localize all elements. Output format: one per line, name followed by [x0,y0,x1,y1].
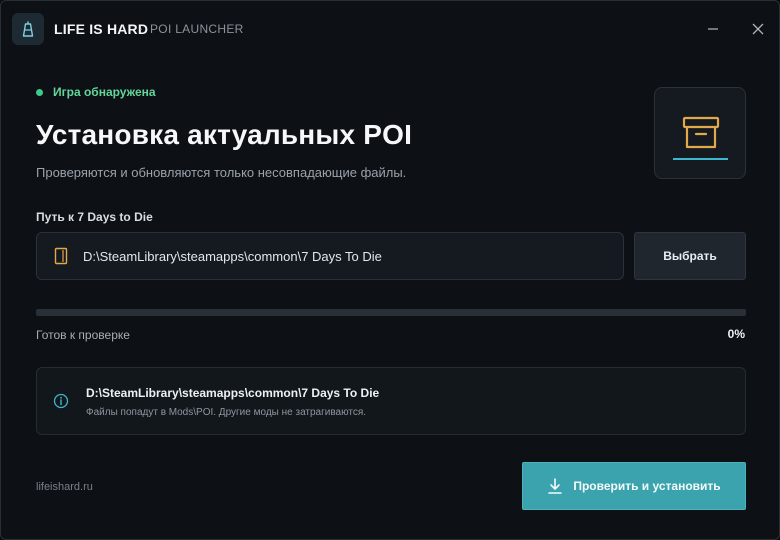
app-title: LIFE IS HARD [54,21,149,37]
hero-accent-line [673,158,728,160]
archive-box-icon [682,116,720,149]
close-icon [752,23,764,35]
info-subtitle: Файлы попадут в Mods\POI. Другие моды не… [86,407,367,418]
download-icon [547,477,563,495]
browse-button[interactable]: Выбрать [634,232,746,280]
install-button[interactable]: Проверить и установить [522,462,746,510]
install-info-box: D:\SteamLibrary\steamapps\common\7 Days … [36,367,746,435]
title-separator: · [139,21,144,36]
status-text: Игра обнаружена [53,85,156,99]
launcher-window: LIFE IS HARD · POI LAUNCHER Игра обнаруж… [0,0,780,540]
install-button-label: Проверить и установить [573,479,721,493]
page-title: Установка актуальных POI [36,119,413,150]
folder-icon [53,247,69,265]
minimize-icon [708,28,718,30]
close-button[interactable] [746,17,770,41]
game-status: Игра обнаружена [36,85,156,99]
path-label: Путь к 7 Days to Die [36,210,153,224]
app-subtitle: POI LAUNCHER [150,22,244,36]
page-description: Проверяются и обновляются только несовпа… [36,165,407,180]
tower-icon [12,13,44,45]
game-path-field[interactable]: D:\SteamLibrary\steamapps\common\7 Days … [36,232,624,280]
hero-tile [654,87,746,179]
info-icon [53,393,69,409]
status-dot [36,88,43,96]
progress-percent: 0% [727,327,745,341]
minimize-button[interactable] [701,17,725,41]
game-path-value: D:\SteamLibrary\steamapps\common\7 Days … [83,248,382,264]
progress-status: Готов к проверке [36,328,130,342]
title-bar[interactable]: LIFE IS HARD · POI LAUNCHER [1,1,779,59]
website-link[interactable]: lifeishard.ru [36,481,93,493]
progress-bar [36,309,746,316]
info-title: D:\SteamLibrary\steamapps\common\7 Days … [86,386,380,400]
